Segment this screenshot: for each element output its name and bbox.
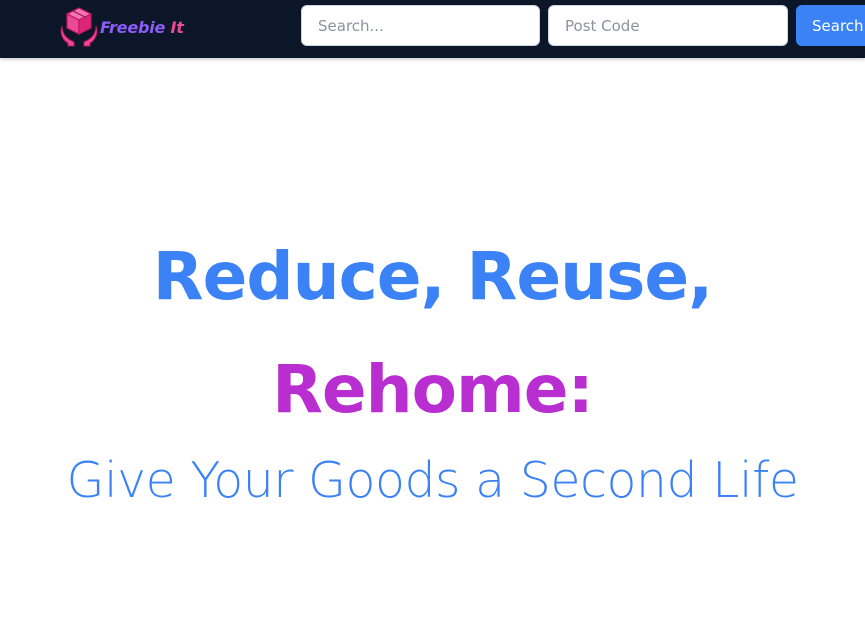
brand-name-part2: It: [170, 17, 184, 37]
hero-title-line2: Rehome:: [272, 351, 594, 428]
brand-name-part1: Freebie: [100, 17, 166, 37]
search-button[interactable]: Search: [796, 5, 865, 46]
hero-title-line1: Reduce, Reuse,: [152, 238, 713, 315]
brand-logo-link[interactable]: Freebie It: [60, 6, 184, 48]
postcode-input[interactable]: [548, 5, 788, 46]
search-input[interactable]: [301, 5, 540, 46]
brand-name: Freebie It: [100, 18, 184, 37]
box-in-hands-icon: [60, 6, 98, 48]
navbar: Freebie It Search: [0, 0, 865, 58]
hero-subtitle: Give Your Goods a Second Life: [66, 452, 799, 509]
